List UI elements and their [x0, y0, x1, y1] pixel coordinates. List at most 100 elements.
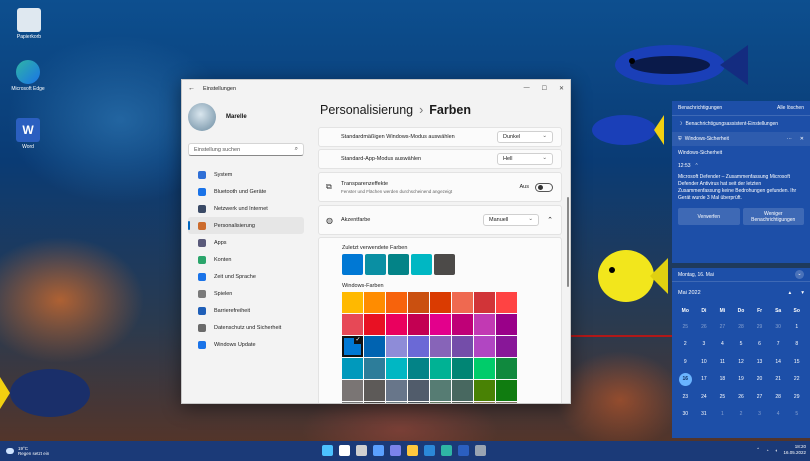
search-icon[interactable]	[339, 445, 350, 456]
color-swatch[interactable]	[496, 402, 517, 403]
color-swatch[interactable]	[408, 358, 429, 379]
sidebar-item[interactable]: Zeit und Sprache	[188, 268, 304, 285]
color-swatch[interactable]	[342, 336, 363, 357]
edge-icon[interactable]	[441, 445, 452, 456]
fewer-notifications-button[interactable]: Weniger Benachrichtigungen	[742, 208, 804, 225]
calendar-day[interactable]: 5	[732, 336, 751, 354]
calendar-day[interactable]: 29	[750, 318, 769, 336]
calendar-day[interactable]: 19	[732, 371, 751, 389]
color-swatch[interactable]	[496, 358, 517, 379]
calendar-day[interactable]: 25	[676, 318, 695, 336]
calendar-day[interactable]: 24	[695, 388, 714, 406]
calendar-day[interactable]: 17	[695, 371, 714, 389]
color-swatch[interactable]	[430, 358, 451, 379]
color-swatch[interactable]	[364, 314, 385, 335]
color-swatch[interactable]	[474, 292, 495, 313]
sidebar-item[interactable]: Barrierefreiheit	[188, 302, 304, 319]
app-mode-dropdown[interactable]: Hell ⌄	[497, 153, 553, 165]
more-options-icon[interactable]: ···	[787, 136, 792, 142]
calendar-day[interactable]: 26	[732, 388, 751, 406]
color-swatch[interactable]	[342, 358, 363, 379]
color-swatch[interactable]	[430, 314, 451, 335]
color-swatch[interactable]	[364, 358, 385, 379]
sidebar-item[interactable]: Apps	[188, 234, 304, 251]
color-swatch[interactable]	[364, 336, 385, 357]
calendar-day[interactable]: 11	[713, 353, 732, 371]
color-swatch[interactable]	[496, 336, 517, 357]
calendar-day[interactable]: 13	[750, 353, 769, 371]
breadcrumb-parent[interactable]: Personalisierung	[320, 103, 413, 117]
sidebar-item[interactable]: Bluetooth und Geräte	[188, 183, 304, 200]
desktop-icon-word[interactable]: W Word	[8, 118, 48, 150]
color-swatch[interactable]	[496, 292, 517, 313]
color-swatch[interactable]	[342, 402, 363, 403]
accent-color-dropdown[interactable]: Manuell ⌄	[483, 214, 539, 226]
chevron-up-icon[interactable]: ⌃	[756, 447, 760, 453]
accent-color-row[interactable]: ◍ Akzentfarbe Manuell ⌄ ⌃	[318, 205, 562, 235]
calendar-day[interactable]: 5	[787, 406, 806, 424]
start-icon[interactable]	[322, 445, 333, 456]
windows-mode-dropdown[interactable]: Dunkel ⌄	[497, 131, 553, 143]
sidebar-item[interactable]: Datenschutz und Sicherheit	[188, 319, 304, 336]
calendar-day[interactable]: 27	[713, 318, 732, 336]
network-icon[interactable]: ◔	[766, 448, 769, 453]
color-swatch[interactable]	[452, 314, 473, 335]
search-input[interactable]: Einstellung suchen ⌕	[188, 143, 304, 156]
color-swatch[interactable]	[452, 336, 473, 357]
chevron-up-icon[interactable]: ⌃	[695, 163, 699, 169]
sidebar-item[interactable]: Konten	[188, 251, 304, 268]
color-swatch[interactable]	[342, 314, 363, 335]
arrow-up-icon[interactable]: ▴	[788, 290, 791, 296]
close-icon[interactable]: ✕	[800, 136, 804, 142]
sidebar-item[interactable]: Spielen	[188, 285, 304, 302]
calendar-day[interactable]: 25	[713, 388, 732, 406]
calendar-day[interactable]: 12	[732, 353, 751, 371]
minimize-button[interactable]: —	[524, 85, 530, 92]
color-swatch[interactable]	[474, 402, 495, 403]
calendar-day[interactable]: 14	[769, 353, 788, 371]
taskview-icon[interactable]	[356, 445, 367, 456]
arrow-down-icon[interactable]: ▾	[801, 290, 804, 296]
widgets-icon[interactable]	[373, 445, 384, 456]
color-swatch[interactable]	[452, 292, 473, 313]
color-swatch[interactable]	[408, 380, 429, 401]
color-swatch[interactable]	[342, 292, 363, 313]
clear-all-button[interactable]: Alle löschen	[777, 105, 804, 111]
color-swatch[interactable]	[434, 254, 455, 275]
calendar-day[interactable]: 28	[769, 388, 788, 406]
color-swatch[interactable]	[364, 292, 385, 313]
calendar-day[interactable]: 3	[750, 406, 769, 424]
color-swatch[interactable]	[452, 358, 473, 379]
calendar-day[interactable]: 4	[769, 406, 788, 424]
calendar-day[interactable]: 20	[750, 371, 769, 389]
calendar-day[interactable]: 6	[750, 336, 769, 354]
sidebar-item[interactable]: System	[188, 166, 304, 183]
calendar-day[interactable]: 23	[676, 388, 695, 406]
dismiss-button[interactable]: Verwerfen	[678, 208, 740, 225]
calendar-day[interactable]: 31	[695, 406, 714, 424]
color-swatch[interactable]	[408, 336, 429, 357]
calendar-day[interactable]: 30	[676, 406, 695, 424]
color-swatch[interactable]	[430, 402, 451, 403]
color-swatch[interactable]	[386, 292, 407, 313]
desktop-icon-edge[interactable]: Microsoft Edge	[8, 60, 48, 92]
chevron-down-icon[interactable]: ⌄	[795, 270, 804, 279]
calendar-day[interactable]: 26	[695, 318, 714, 336]
sidebar-item[interactable]: Netzwerk und Internet	[188, 200, 304, 217]
calendar-day[interactable]: 15	[787, 353, 806, 371]
sidebar-item[interactable]: Personalisierung	[188, 217, 304, 234]
chevron-up-icon[interactable]: ⌃	[547, 216, 553, 224]
explorer-icon[interactable]	[407, 445, 418, 456]
color-swatch[interactable]	[430, 380, 451, 401]
color-swatch[interactable]	[474, 358, 495, 379]
calendar-day[interactable]: 1	[787, 318, 806, 336]
calendar-day[interactable]: 4	[713, 336, 732, 354]
calendar-day[interactable]: 7	[769, 336, 788, 354]
assistant-settings-link[interactable]: ☽ Benachrichtigungsassistent-Einstellung…	[672, 116, 810, 132]
color-swatch[interactable]	[430, 336, 451, 357]
chat-icon[interactable]	[390, 445, 401, 456]
calendar-day[interactable]: 10	[695, 353, 714, 371]
calendar-day[interactable]: 29	[787, 388, 806, 406]
close-button[interactable]: ✕	[559, 85, 564, 92]
desktop-icon-recycle-bin[interactable]: Papierkorb	[9, 8, 49, 40]
